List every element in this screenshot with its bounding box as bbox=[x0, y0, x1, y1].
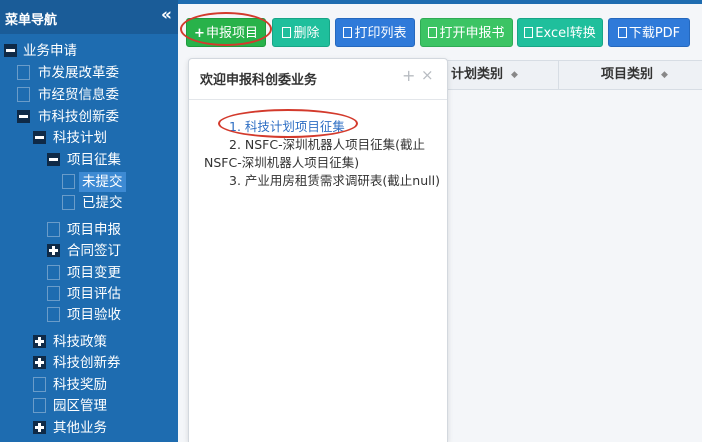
tree-label: 市科技创新委 bbox=[38, 109, 119, 125]
popup-item-2-line1: 2. NSFC-深圳机器人项目征集(截止 bbox=[229, 137, 425, 152]
tree-node-not-submitted[interactable]: 未提交 bbox=[62, 172, 132, 192]
leaf-icon bbox=[47, 286, 60, 301]
tree-node-proj-collect[interactable]: 项目征集 bbox=[47, 150, 173, 170]
leaf-icon bbox=[17, 65, 30, 80]
collapse-box-icon[interactable] bbox=[33, 131, 46, 144]
sidebar-header: 菜单导航 « bbox=[0, 0, 178, 34]
tree-node-other-biz[interactable]: 其他业务 bbox=[33, 418, 173, 438]
collapse-box-icon[interactable] bbox=[4, 44, 17, 57]
tree-label-selected: 未提交 bbox=[79, 172, 126, 192]
leaf-icon bbox=[17, 87, 30, 102]
excel-convert-button[interactable]: Excel转换 bbox=[517, 18, 603, 47]
tree-label: 市发展改革委 bbox=[38, 65, 119, 81]
popup-item-2-cont: NSFC-深圳机器人项目征集) bbox=[204, 154, 359, 172]
leaf-icon bbox=[33, 377, 46, 392]
tree-label: 其他业务 bbox=[53, 420, 107, 436]
tree-label: 已提交 bbox=[82, 195, 123, 211]
tree-label: 科技政策 bbox=[53, 334, 107, 350]
tree-node-submitted[interactable]: 已提交 bbox=[62, 193, 172, 213]
download-pdf-button[interactable]: 下载PDF bbox=[608, 18, 690, 47]
popup-item-3-label: 3. 产业用房租赁需求调研表(截止null) bbox=[229, 173, 440, 188]
document-icon bbox=[282, 27, 292, 38]
col-project-type-label: 项目类别 bbox=[601, 67, 654, 82]
expand-box-icon[interactable] bbox=[33, 421, 46, 434]
print-list-button[interactable]: 打印列表 bbox=[335, 18, 415, 47]
project-collect-link[interactable]: 1. 科技计划项目征集 bbox=[229, 119, 345, 134]
tree-node-park-mgmt[interactable]: 园区管理 bbox=[33, 396, 173, 416]
document-icon bbox=[343, 27, 353, 38]
open-application-label: 打开申报书 bbox=[439, 26, 505, 41]
sort-icon[interactable]: ◆ bbox=[661, 61, 668, 89]
popup-divider bbox=[189, 99, 447, 100]
popup-item-3[interactable]: 3. 产业用房租赁需求调研表(截止null) bbox=[229, 172, 440, 190]
tree-node-proj-change[interactable]: 项目变更 bbox=[47, 263, 173, 283]
apply-project-label: 申报项目 bbox=[205, 26, 258, 41]
tree-label: 科技奖励 bbox=[53, 377, 107, 393]
col-header-plan-type[interactable]: 计划类别 ◆ bbox=[451, 61, 518, 89]
print-list-label: 打印列表 bbox=[354, 26, 407, 41]
plus-icon: + bbox=[194, 26, 205, 41]
excel-convert-label: Excel转换 bbox=[535, 26, 596, 41]
popup-title: 欢迎申报科创委业务 bbox=[200, 73, 318, 88]
close-icon[interactable]: × bbox=[421, 66, 434, 84]
collapse-box-icon[interactable] bbox=[47, 153, 60, 166]
collapse-box-icon[interactable] bbox=[17, 110, 30, 123]
column-divider bbox=[558, 61, 559, 89]
tree-node-proj-eval[interactable]: 项目评估 bbox=[47, 284, 173, 304]
leaf-icon bbox=[47, 222, 60, 237]
sidebar-title: 菜单导航 bbox=[5, 13, 58, 28]
tree-label: 合同签订 bbox=[67, 243, 121, 259]
leaf-icon bbox=[33, 398, 46, 413]
sidebar: 菜单导航 « 业务申请 市发展改革委 市经贸信息委 市科技创新委 科技计划 项目… bbox=[0, 0, 178, 442]
col-header-project-type[interactable]: 项目类别 ◆ bbox=[601, 61, 668, 89]
welcome-popup: 欢迎申报科创委业务 + × bbox=[188, 58, 448, 442]
delete-label: 删除 bbox=[293, 26, 320, 41]
apply-project-button[interactable]: +申报项目 bbox=[186, 18, 266, 47]
tree-label: 市经贸信息委 bbox=[38, 87, 119, 103]
popup-item-2-line2: NSFC-深圳机器人项目征集) bbox=[204, 155, 360, 170]
plus-icon[interactable]: + bbox=[402, 66, 415, 85]
tree-label: 项目变更 bbox=[67, 265, 121, 281]
tree-label: 项目征集 bbox=[67, 152, 121, 168]
tree-label: 科技计划 bbox=[53, 130, 107, 146]
document-icon bbox=[524, 27, 534, 38]
collapse-icon[interactable]: « bbox=[161, 5, 172, 25]
popup-item-2[interactable]: 2. NSFC-深圳机器人项目征集(截止 bbox=[229, 136, 425, 154]
tree-label: 项目验收 bbox=[67, 307, 121, 323]
tree-node-business-apply[interactable]: 业务申请 bbox=[4, 41, 174, 61]
tree-node-contract[interactable]: 合同签订 bbox=[47, 241, 173, 261]
tree-label: 科技创新券 bbox=[53, 355, 121, 371]
tree-node-sci-award[interactable]: 科技奖励 bbox=[33, 375, 173, 395]
document-icon bbox=[617, 27, 627, 38]
tree-label: 园区管理 bbox=[53, 398, 107, 414]
open-application-button[interactable]: 打开申报书 bbox=[420, 18, 513, 47]
download-pdf-label: 下载PDF bbox=[628, 26, 681, 41]
tree-label: 项目申报 bbox=[67, 222, 121, 238]
sort-icon[interactable]: ◆ bbox=[511, 61, 518, 89]
tree-node-sci-policy[interactable]: 科技政策 bbox=[33, 332, 173, 352]
popup-item-1[interactable]: 1. 科技计划项目征集 bbox=[229, 118, 345, 136]
expand-box-icon[interactable] bbox=[33, 356, 46, 369]
expand-box-icon[interactable] bbox=[47, 244, 60, 257]
tree-node-proj-apply[interactable]: 项目申报 bbox=[47, 220, 173, 240]
document-icon bbox=[428, 27, 438, 38]
leaf-icon bbox=[47, 265, 60, 280]
tree-node-sci-tech[interactable]: 市科技创新委 bbox=[17, 107, 174, 127]
leaf-icon bbox=[47, 307, 60, 322]
expand-box-icon[interactable] bbox=[33, 335, 46, 348]
grid-header: 计划类别 ◆ 项目类别 ◆ bbox=[441, 60, 702, 90]
col-plan-type-label: 计划类别 bbox=[451, 67, 504, 82]
tree-node-econ-info[interactable]: 市经贸信息委 bbox=[17, 85, 174, 105]
leaf-icon bbox=[62, 174, 75, 189]
tree-node-dev-reform[interactable]: 市发展改革委 bbox=[17, 63, 174, 83]
tree-node-proj-accept[interactable]: 项目验收 bbox=[47, 305, 173, 325]
tree-label: 业务申请 bbox=[23, 43, 77, 59]
tree-node-innov-voucher[interactable]: 科技创新券 bbox=[33, 353, 173, 373]
delete-button[interactable]: 删除 bbox=[272, 18, 330, 47]
leaf-icon bbox=[62, 195, 75, 210]
tree-node-sci-plan[interactable]: 科技计划 bbox=[33, 128, 173, 148]
tree-label: 项目评估 bbox=[67, 286, 121, 302]
